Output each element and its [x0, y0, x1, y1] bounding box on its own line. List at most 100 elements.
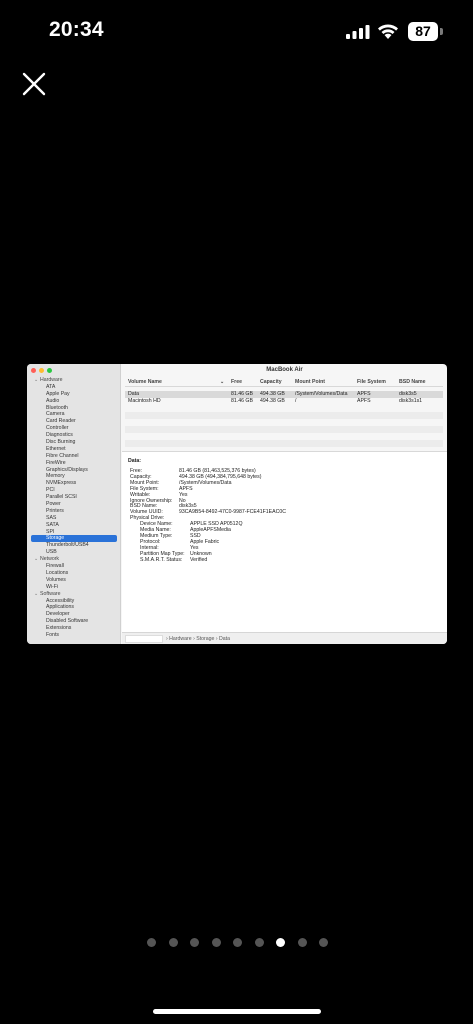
- sidebar-item[interactable]: Printers: [27, 508, 121, 515]
- sidebar-item[interactable]: Card Reader: [27, 418, 121, 425]
- page-dot[interactable]: [168, 938, 178, 947]
- system-information-window: ⌄ Hardware ATA Apple Pay Audio Bluetooth Camer…: [27, 364, 447, 644]
- page-dot[interactable]: [233, 938, 242, 947]
- sidebar-item-label: Controller: [46, 425, 69, 432]
- cell-volume-name: Macintosh HD: [128, 398, 161, 404]
- detail-value: Verified: [190, 556, 208, 563]
- sidebar-item[interactable]: Applications: [27, 604, 121, 611]
- sidebar-item[interactable]: Power: [27, 501, 121, 508]
- close-icon[interactable]: [20, 70, 48, 98]
- sidebar-item[interactable]: Camera: [27, 411, 121, 418]
- page-dot[interactable]: [211, 938, 221, 947]
- page-dot[interactable]: [319, 938, 328, 947]
- table-row[interactable]: Macintosh HD 81.46 GB 494.38 GB / APFS d…: [125, 398, 443, 405]
- col-mount-point[interactable]: Mount Point: [295, 379, 325, 386]
- page-dot[interactable]: [297, 938, 307, 947]
- sidebar-item[interactable]: Developer: [27, 611, 121, 618]
- page-dot[interactable]: [254, 938, 264, 947]
- path-bar: › Hardware › Storage › Data: [122, 632, 447, 644]
- sidebar-item-label: Fibre Channel: [46, 452, 79, 459]
- sidebar-item-label: NVMExpress: [46, 480, 77, 487]
- sidebar-item[interactable]: Firewall: [27, 563, 121, 570]
- sidebar-item[interactable]: Diagnostics: [27, 432, 121, 439]
- cell-bsd-name: disk3s1s1: [399, 398, 423, 404]
- sidebar-item-label: Storage: [46, 535, 65, 542]
- page-dot[interactable]: [147, 938, 156, 947]
- sidebar-group[interactable]: ⌄ Software: [27, 591, 121, 598]
- sidebar-item-label: Volumes: [46, 576, 66, 583]
- sidebar-item[interactable]: Wi-Fi: [27, 584, 121, 591]
- sidebar-item-label: SATA: [46, 521, 59, 528]
- window-minimize-dot[interactable]: [39, 368, 44, 373]
- sidebar-item[interactable]: Parallel SCSI: [27, 494, 121, 501]
- volumes-table-header: Volume Name ⌄ Free Capacity Mount Point …: [125, 379, 443, 387]
- sidebar-item-label: Thunderbolt/USB4: [46, 542, 89, 549]
- sidebar-item-label: Disc Burning: [46, 439, 76, 446]
- col-file-system[interactable]: File System: [357, 379, 386, 386]
- sidebar-item[interactable]: Apple Pay: [27, 391, 121, 398]
- table-row-empty: [125, 412, 443, 419]
- sidebar-item[interactable]: SAS: [27, 515, 121, 522]
- cell-bsd-name: disk3s5: [399, 391, 417, 397]
- status-time: 20:34: [49, 18, 104, 41]
- col-free[interactable]: Free: [231, 379, 242, 386]
- col-capacity[interactable]: Capacity: [260, 379, 282, 386]
- window-zoom-dot[interactable]: [47, 368, 52, 373]
- cell-mount-point: /: [295, 398, 297, 404]
- window-close-dot[interactable]: [31, 368, 36, 373]
- sidebar-item[interactable]: Graphics/Displays: [27, 467, 121, 474]
- sidebar-tree: ⌄ Hardware ATA Apple Pay Audio Bluetooth Camer…: [27, 377, 121, 639]
- sidebar-item-label: Audio: [46, 397, 60, 404]
- sidebar-group[interactable]: ⌄ Hardware: [27, 377, 121, 384]
- computer-name-field: [125, 635, 163, 643]
- window-title: MacBook Air: [266, 367, 303, 373]
- sidebar-item[interactable]: Accessibility: [27, 598, 121, 605]
- sidebar-item-label: Software: [40, 590, 61, 597]
- sidebar-item-label: ATA: [46, 383, 56, 390]
- sidebar-item[interactable]: Volumes: [27, 577, 121, 584]
- sidebar-item-label: Disabled Software: [46, 618, 89, 625]
- sidebar-item[interactable]: Memory: [27, 473, 121, 480]
- page-indicator: [0, 938, 473, 948]
- cell-volume-name: Data: [128, 391, 139, 397]
- sidebar-item[interactable]: Fibre Channel: [27, 453, 121, 460]
- sidebar-item[interactable]: Extensions: [27, 625, 121, 632]
- sidebar-item-label: Diagnostics: [46, 432, 73, 439]
- table-row-empty: [125, 440, 443, 447]
- sidebar-group[interactable]: ⌄ Network: [27, 556, 121, 563]
- sidebar-item[interactable]: SATA: [27, 522, 121, 529]
- sidebar-item[interactable]: SPI: [27, 529, 121, 536]
- sidebar-item[interactable]: Bluetooth: [27, 405, 121, 412]
- home-indicator[interactable]: [153, 1009, 321, 1014]
- sidebar-item[interactable]: Locations: [27, 570, 121, 577]
- sidebar-item-label: Accessibility: [46, 597, 75, 604]
- col-volume-name[interactable]: Volume Name: [128, 379, 162, 386]
- cell-free: 81.46 GB: [231, 398, 253, 404]
- page-dot[interactable]: [276, 938, 285, 947]
- sidebar-item-label: Apple Pay: [46, 390, 70, 397]
- table-row[interactable]: Data 81.46 GB 494.38 GB /System/Volumes/…: [125, 391, 443, 398]
- sidebar-item[interactable]: ATA: [27, 384, 121, 391]
- sidebar-item[interactable]: Thunderbolt/USB4: [27, 542, 121, 549]
- sidebar-item-label: Graphics/Displays: [46, 466, 88, 473]
- sidebar-item[interactable]: NVMExpress: [27, 480, 121, 487]
- sidebar-item[interactable]: Controller: [27, 425, 121, 432]
- sidebar-item[interactable]: Fonts: [27, 632, 121, 639]
- sidebar-item[interactable]: USB: [27, 549, 121, 556]
- sidebar-item[interactable]: Disabled Software: [27, 618, 121, 625]
- sidebar-item[interactable]: Ethernet: [27, 446, 121, 453]
- sidebar-item[interactable]: Audio: [27, 398, 121, 405]
- page-dot[interactable]: [190, 938, 199, 947]
- col-bsd-name[interactable]: BSD Name: [399, 379, 426, 386]
- sidebar-item[interactable]: Disc Burning: [27, 439, 121, 446]
- sidebar-item-label: SPI: [46, 528, 55, 535]
- wifi-icon: [378, 24, 398, 39]
- battery-cap: [440, 28, 443, 35]
- sidebar-item[interactable]: Storage: [31, 535, 117, 543]
- path-breadcrumb[interactable]: › Hardware › Storage › Data: [166, 633, 230, 644]
- sidebar-item[interactable]: FireWire: [27, 460, 121, 467]
- sidebar-item-label: Bluetooth: [46, 404, 68, 411]
- cell-mount-point: /System/Volumes/Data: [295, 391, 348, 397]
- sidebar-item[interactable]: PCI: [27, 487, 121, 494]
- cell-file-system: APFS: [357, 398, 371, 404]
